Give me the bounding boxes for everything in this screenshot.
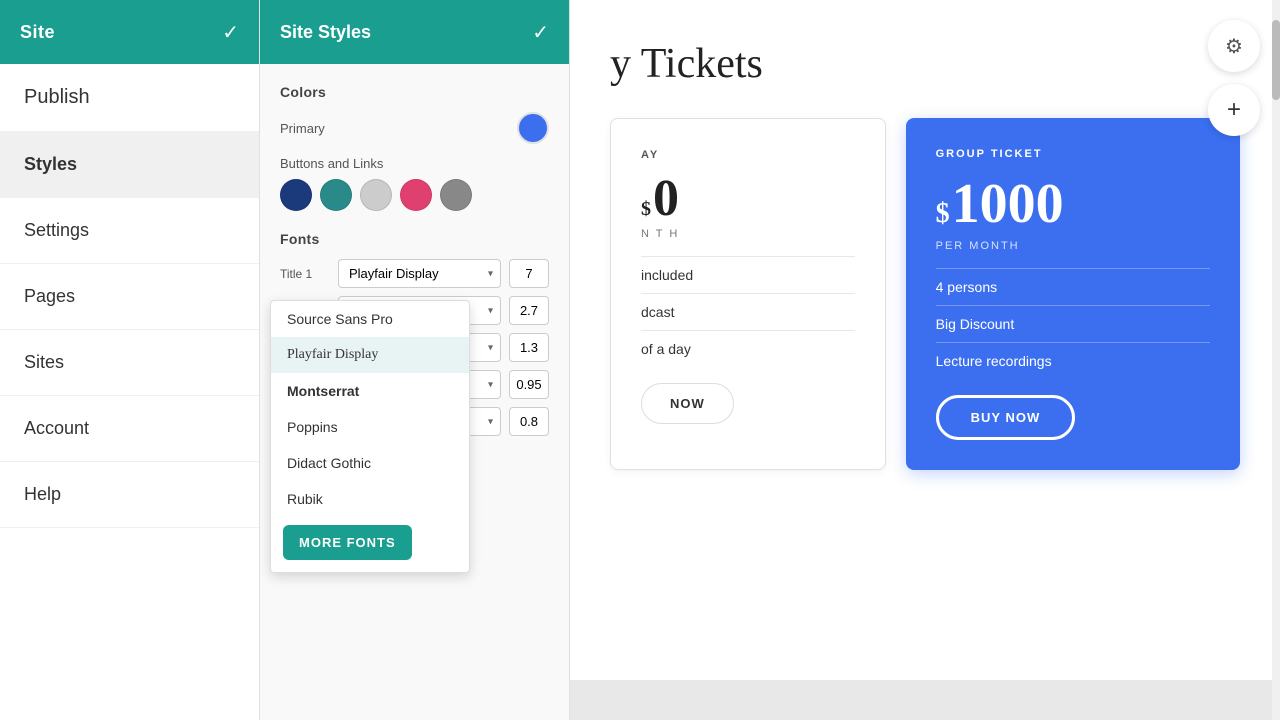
font-option-montserrat[interactable]: Montserrat [271, 373, 469, 409]
ticket-right-feature3: Lecture recordings [936, 342, 1210, 379]
sidebar-item-settings[interactable]: Settings [0, 198, 259, 264]
ticket-card-right: GROUP TICKET $ 1000 PER MONTH 4 persons … [906, 118, 1240, 470]
sidebar-item-sites[interactable]: Sites [0, 330, 259, 396]
font-size-text1[interactable] [509, 370, 549, 399]
middle-panel-content: Colors Primary Buttons and Links Fonts T… [260, 64, 569, 464]
more-fonts-button[interactable]: MORE FONTS [283, 525, 412, 560]
page-area: y Tickets AY $ 0 N T H included dcast of… [570, 0, 1280, 500]
ticket-card-left: AY $ 0 N T H included dcast of a day NOW [610, 118, 886, 470]
sidebar-item-help[interactable]: Help [0, 462, 259, 528]
left-sidebar: Site ✓ Publish Styles Settings Pages Sit… [0, 0, 260, 720]
font-option-playfair-display[interactable]: Playfair Display [271, 337, 469, 373]
font-size-title3[interactable] [509, 333, 549, 362]
ticket-left-price: 0 [653, 169, 679, 228]
page-title: y Tickets [610, 40, 1240, 88]
colors-label: Colors [280, 84, 549, 100]
color-swatches [280, 179, 549, 211]
font-row-title1: Title 1 Playfair Display ▾ [280, 259, 549, 288]
sidebar-item-publish[interactable]: Publish [0, 64, 259, 132]
font-select-title1[interactable]: Playfair Display [338, 259, 501, 288]
primary-label: Primary [280, 121, 325, 136]
settings-icon-button[interactable]: ⚙ [1208, 20, 1260, 72]
swatch-light-gray[interactable] [360, 179, 392, 211]
sidebar-header: Site ✓ [0, 0, 259, 64]
primary-color-swatch[interactable] [517, 112, 549, 144]
plus-icon: + [1227, 96, 1241, 124]
sidebar-item-styles[interactable]: Styles [0, 132, 259, 198]
ticket-left-feature2: dcast [641, 293, 855, 330]
swatch-dark-blue[interactable] [280, 179, 312, 211]
sidebar-site-title: Site [20, 22, 55, 43]
ticket-left-currency: $ [641, 198, 651, 221]
font-size-title1[interactable] [509, 259, 549, 288]
colors-section: Colors Primary Buttons and Links [280, 84, 549, 211]
middle-panel-check-icon[interactable]: ✓ [532, 20, 549, 45]
buttons-links-label: Buttons and Links [280, 156, 549, 171]
ticket-left-feature3: of a day [641, 330, 855, 367]
sidebar-item-account[interactable]: Account [0, 396, 259, 462]
font-option-poppins[interactable]: Poppins [271, 409, 469, 445]
fonts-label: Fonts [280, 231, 549, 247]
ticket-right-period: PER MONTH [936, 240, 1210, 252]
swatch-pink[interactable] [400, 179, 432, 211]
sidebar-item-pages[interactable]: Pages [0, 264, 259, 330]
primary-row: Primary [280, 112, 549, 144]
right-scrollbar[interactable] [1272, 0, 1280, 720]
add-button[interactable]: + [1208, 84, 1260, 136]
font-size-text2[interactable] [509, 407, 549, 436]
font-size-title2[interactable] [509, 296, 549, 325]
font-option-rubik[interactable]: Rubik [271, 481, 469, 517]
font-select-wrapper-title1: Playfair Display ▾ [338, 259, 501, 288]
tickets-container: AY $ 0 N T H included dcast of a day NOW [610, 118, 1240, 470]
sidebar-navigation: Publish Styles Settings Pages Sites Acco… [0, 64, 259, 528]
ticket-right-feature2: Big Discount [936, 305, 1210, 342]
buy-now-left-button[interactable]: NOW [641, 383, 734, 424]
font-dropdown: Source Sans Pro Playfair Display Montser… [270, 300, 470, 573]
swatch-gray[interactable] [440, 179, 472, 211]
middle-panel-header: Site Styles ✓ [260, 0, 569, 64]
ticket-left-label: AY [641, 149, 855, 161]
ticket-left-period: N T H [641, 228, 855, 240]
font-option-didact-gothic[interactable]: Didact Gothic [271, 445, 469, 481]
swatch-teal[interactable] [320, 179, 352, 211]
font-label-title1: Title 1 [280, 267, 330, 281]
font-option-source-sans-pro[interactable]: Source Sans Pro [271, 301, 469, 337]
ticket-right-currency: $ [936, 198, 950, 230]
main-content: ⚙ + y Tickets AY $ 0 N T H included dcas… [570, 0, 1280, 720]
ticket-right-price: 1000 [952, 172, 1064, 236]
ticket-right-label: GROUP TICKET [936, 148, 1210, 160]
middle-panel-title: Site Styles [280, 22, 371, 43]
sidebar-check-icon[interactable]: ✓ [222, 20, 239, 45]
gear-icon: ⚙ [1225, 34, 1243, 59]
ticket-left-feature1: included [641, 256, 855, 293]
ticket-right-feature1: 4 persons [936, 268, 1210, 305]
bottom-section [570, 680, 1280, 720]
buy-now-right-button[interactable]: BUY NOW [936, 395, 1076, 440]
top-right-icons: ⚙ + [1208, 20, 1260, 136]
scrollbar-thumb[interactable] [1272, 20, 1280, 100]
middle-panel: Site Styles ✓ Colors Primary Buttons and… [260, 0, 570, 720]
